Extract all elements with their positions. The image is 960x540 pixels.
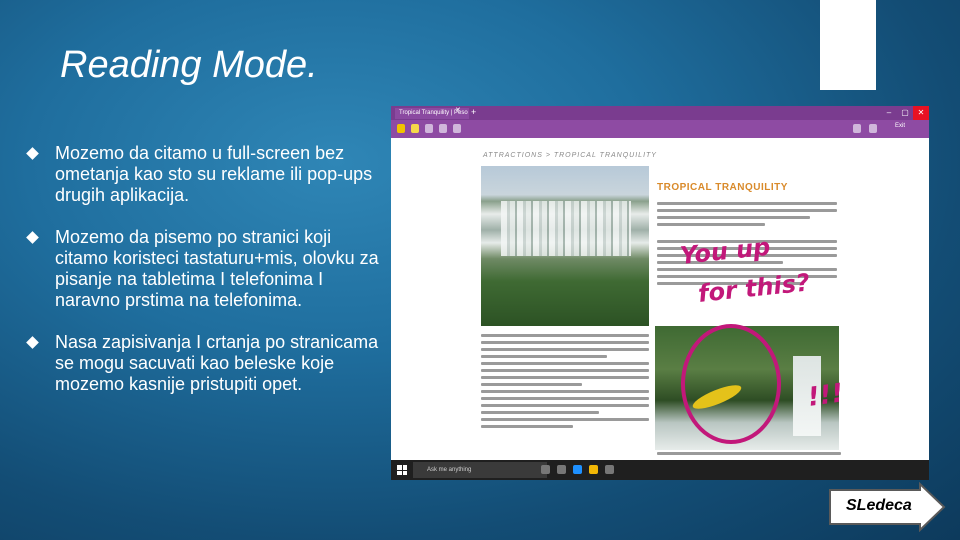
slide-title: Reading Mode.	[60, 44, 318, 86]
diamond-bullet-icon	[26, 147, 39, 160]
ink-text: You up	[679, 233, 772, 270]
white-tab-decoration	[820, 0, 876, 90]
ink-annotation-overlay: You up for this? !!!	[679, 233, 845, 444]
diamond-bullet-icon	[26, 336, 39, 349]
bullet-item: Mozemo da citamo u full-screen bez ometa…	[26, 143, 383, 206]
ink-exclamation: !!!	[806, 378, 845, 413]
bullet-text: Mozemo da citamo u full-screen bez ometa…	[55, 143, 373, 205]
bullet-item: Nasa zapisivanja I crtanja po stranicama…	[26, 332, 383, 395]
bullet-text: Mozemo da pisemo po stranici koji citamo…	[55, 227, 379, 310]
ink-text: for this?	[697, 268, 812, 308]
bullet-list: Mozemo da citamo u full-screen bez ometa…	[26, 143, 383, 416]
bullet-text: Nasa zapisivanja I crtanja po stranicama…	[55, 332, 379, 394]
ink-circle	[681, 324, 781, 444]
diamond-bullet-icon	[26, 231, 39, 244]
next-button-label: SLedeca	[846, 497, 912, 514]
bullet-item: Mozemo da pisemo po stranici koji citamo…	[26, 227, 383, 311]
